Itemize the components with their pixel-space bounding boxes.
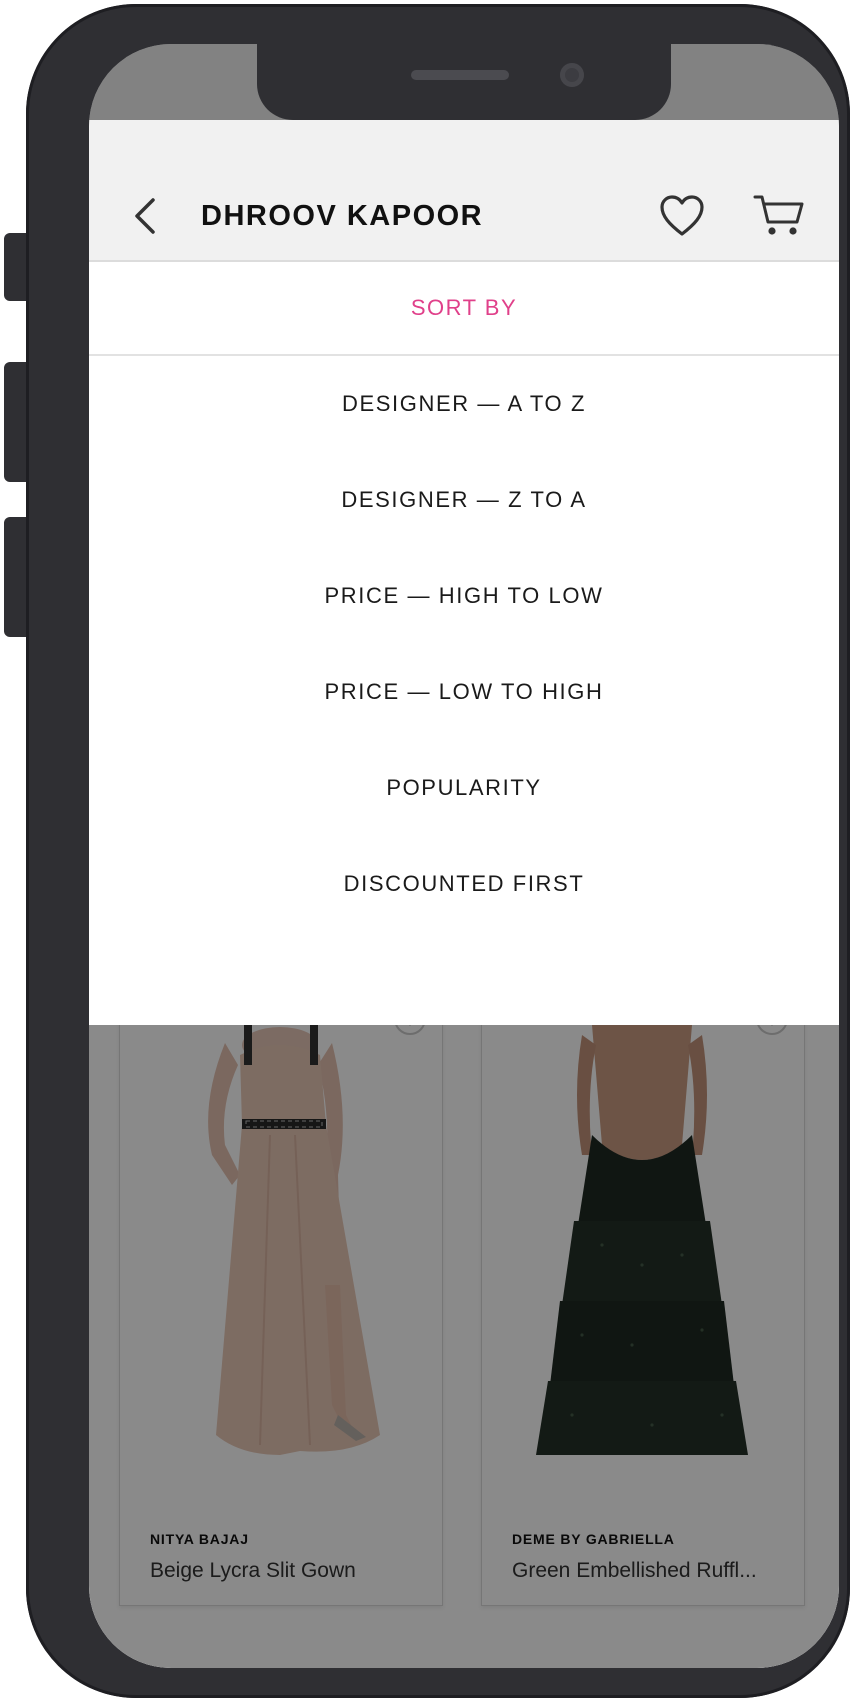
sort-options-list: DESIGNER — A TO Z DESIGNER — Z TO A PRIC… (89, 356, 839, 932)
sort-option-popularity[interactable]: POPULARITY (89, 740, 839, 836)
sort-option-designer-a-z[interactable]: DESIGNER — A TO Z (89, 356, 839, 452)
sort-panel: SORT BY DESIGNER — A TO Z DESIGNER — Z T… (89, 262, 839, 1025)
phone-volume-down-button (4, 517, 28, 637)
chevron-left-icon (135, 198, 155, 234)
speaker-grille (411, 70, 509, 80)
cart-button[interactable] (753, 192, 805, 238)
sort-title: SORT BY (89, 262, 839, 356)
phone-frame: DHROOV KAPOOR NITYA BAJAJ Beige Lycra Sl… (26, 4, 850, 1698)
sort-option-discounted-first[interactable]: DISCOUNTED FIRST (89, 836, 839, 932)
page-title: DHROOV KAPOOR (201, 200, 484, 232)
phone-screen: DHROOV KAPOOR NITYA BAJAJ Beige Lycra Sl… (89, 44, 839, 1668)
sort-option-price-high-low[interactable]: PRICE — HIGH TO LOW (89, 548, 839, 644)
phone-volume-up-button (4, 362, 28, 482)
heart-icon (660, 195, 704, 236)
back-button[interactable] (127, 192, 167, 240)
wishlist-button[interactable] (659, 194, 705, 238)
sort-option-designer-z-a[interactable]: DESIGNER — Z TO A (89, 452, 839, 548)
phone-side-button (4, 233, 28, 301)
phone-notch (257, 44, 671, 120)
sort-option-price-low-high[interactable]: PRICE — LOW TO HIGH (89, 644, 839, 740)
cart-icon (753, 195, 804, 235)
app-header: DHROOV KAPOOR (89, 120, 839, 262)
front-camera (560, 63, 584, 87)
